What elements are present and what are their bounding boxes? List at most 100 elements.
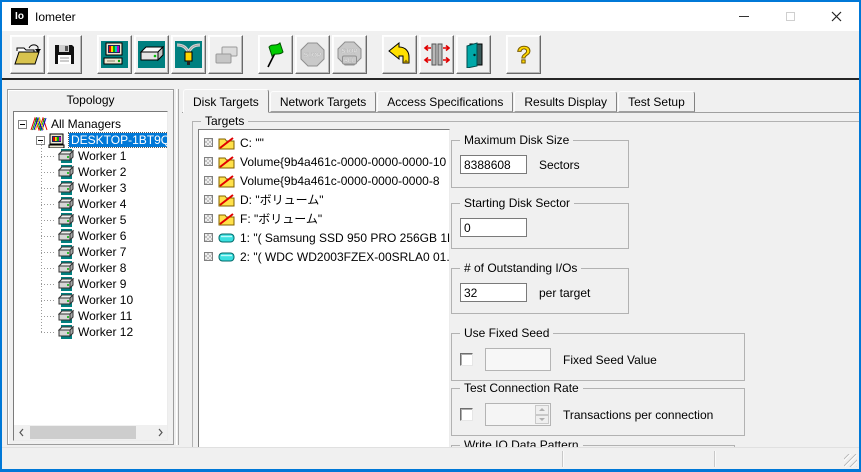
tree-item-worker[interactable]: Worker 11 (14, 308, 167, 324)
tree-connector (41, 331, 55, 333)
use-fixed-seed-label: Use Fixed Seed (460, 326, 554, 340)
green-flag-icon (267, 42, 284, 68)
sectors-label: Sectors (539, 157, 580, 172)
worker-icon (58, 165, 75, 179)
svg-text:?: ? (516, 42, 531, 68)
target-checkbox[interactable] (204, 195, 213, 204)
exit-door-icon (466, 41, 482, 68)
starting-disk-sector-label: Starting Disk Sector (460, 196, 575, 210)
tab[interactable]: Disk Targets (183, 89, 269, 113)
save-test-file-button[interactable] (47, 35, 82, 74)
target-row[interactable]: 2: "( WDC WD2003FZEX-00SRLA0 01.0 (199, 247, 449, 266)
tree-item-worker[interactable]: Worker 2 (14, 164, 167, 180)
worker-label: Worker 10 (78, 293, 134, 307)
worker-icon (58, 277, 75, 291)
maximum-disk-size-input[interactable] (460, 155, 527, 174)
topology-header: Topology (66, 93, 115, 107)
target-checkbox[interactable] (204, 138, 213, 147)
duplicate-worker-button (208, 35, 243, 74)
targets-list: C: "" Volume{9b4a461c-0000-0000-0000-10 … (198, 129, 450, 447)
new-disk-worker-button[interactable] (134, 35, 169, 74)
scroll-left-icon[interactable] (14, 425, 28, 440)
tree-item-worker[interactable]: Worker 6 (14, 228, 167, 244)
target-label: Volume{9b4a461c-0000-0000-0000-10 (240, 154, 447, 169)
spin-down-icon (535, 414, 549, 424)
worker-label: Worker 9 (78, 277, 127, 291)
target-checkbox[interactable] (204, 157, 213, 166)
status-divider (562, 451, 563, 467)
toolbar: STOP STOP ALL ? (2, 31, 859, 80)
tree-horizontal-scrollbar[interactable] (14, 425, 167, 440)
test-connection-rate-group: Test Connection Rate Transactions per co… (451, 381, 745, 436)
close-button[interactable] (813, 2, 859, 31)
about-button[interactable]: ? (506, 35, 541, 74)
tree-item-worker[interactable]: Worker 4 (14, 196, 167, 212)
fixed-seed-checkbox[interactable] (460, 353, 473, 366)
tree-item-worker[interactable]: Worker 8 (14, 260, 167, 276)
target-checkbox[interactable] (204, 252, 213, 261)
tree-item-worker[interactable]: Worker 1 (14, 148, 167, 164)
tab[interactable]: Access Specifications (377, 91, 514, 112)
target-row[interactable]: D: "ボリューム" (199, 190, 449, 209)
tree-connector (41, 283, 55, 285)
tree-item-worker[interactable]: Worker 10 (14, 292, 167, 308)
target-row[interactable]: Volume{9b4a461c-0000-0000-0000-10 (199, 152, 449, 171)
panel-splitter[interactable] (176, 89, 179, 445)
tree-item-worker[interactable]: Worker 9 (14, 276, 167, 292)
new-network-worker-button[interactable] (171, 35, 206, 74)
tab[interactable]: Network Targets (269, 91, 377, 112)
manager-label: DESKTOP-1BT9Q (67, 132, 167, 148)
worker-label: Worker 5 (78, 213, 127, 227)
resize-grip[interactable] (844, 454, 857, 467)
maximum-disk-size-group: Maximum Disk Size Sectors (451, 133, 629, 188)
tree-connector (41, 155, 55, 157)
target-checkbox[interactable] (204, 214, 213, 223)
collapse-icon[interactable] (18, 119, 27, 129)
connection-rate-checkbox[interactable] (460, 408, 473, 421)
target-row[interactable]: F: "ボリューム" (199, 209, 449, 228)
tab[interactable]: Results Display (514, 91, 618, 112)
worker-label: Worker 2 (78, 165, 127, 179)
tree-item-manager[interactable]: DESKTOP-1BT9Q (14, 132, 167, 148)
starting-disk-sector-input[interactable] (460, 218, 527, 237)
tree-item-all-managers[interactable]: All Managers (14, 116, 167, 132)
computer-icon (101, 41, 128, 68)
fixed-seed-value-label: Fixed Seed Value (563, 352, 657, 367)
worker-label: Worker 6 (78, 229, 127, 243)
spin-up-icon (535, 405, 549, 415)
target-row[interactable]: Volume{9b4a461c-0000-0000-0000-8 (199, 171, 449, 190)
scrollbar-thumb[interactable] (30, 426, 136, 439)
target-label: C: "" (240, 135, 264, 150)
target-row[interactable]: 1: "( Samsung SSD 950 PRO 256GB 1B (199, 228, 449, 247)
title-bar[interactable]: Io Iometer (2, 2, 859, 31)
target-row[interactable]: C: "" (199, 133, 449, 152)
window-title: Iometer (35, 9, 76, 24)
tree-item-worker[interactable]: Worker 12 (14, 324, 167, 340)
svg-text:STOP: STOP (341, 49, 357, 55)
minimize-button[interactable] (721, 2, 767, 31)
outstanding-ios-input[interactable] (460, 283, 527, 302)
exit-button[interactable] (456, 35, 491, 74)
open-test-file-button[interactable] (10, 35, 45, 74)
tab-strip: Disk Targets Network Targets Access Spec… (182, 89, 859, 113)
tab[interactable]: Test Setup (618, 91, 695, 112)
target-checkbox[interactable] (204, 233, 213, 242)
worker-label: Worker 7 (78, 245, 127, 259)
target-checkbox[interactable] (204, 176, 213, 185)
reset-workers-button[interactable] (382, 35, 417, 74)
worker-icon (58, 149, 75, 163)
start-new-manager-button[interactable] (97, 35, 132, 74)
exchange-connections-button[interactable] (419, 35, 454, 74)
tree-item-worker[interactable]: Worker 5 (14, 212, 167, 228)
starting-disk-sector-group: Starting Disk Sector (451, 196, 629, 249)
tree-item-worker[interactable]: Worker 7 (14, 244, 167, 260)
logical-drive-icon (218, 136, 235, 149)
scroll-right-icon[interactable] (153, 425, 167, 440)
question-mark-icon: ? (516, 42, 532, 68)
tree-item-worker[interactable]: Worker 3 (14, 180, 167, 196)
worker-label: Worker 4 (78, 197, 127, 211)
outstanding-ios-group: # of Outstanding I/Os per target (451, 261, 629, 314)
topology-panel: Topology All Managers DESKTOP-1BT9Q Work… (7, 89, 174, 445)
start-tests-button[interactable] (258, 35, 293, 74)
tree-connector (41, 235, 55, 237)
